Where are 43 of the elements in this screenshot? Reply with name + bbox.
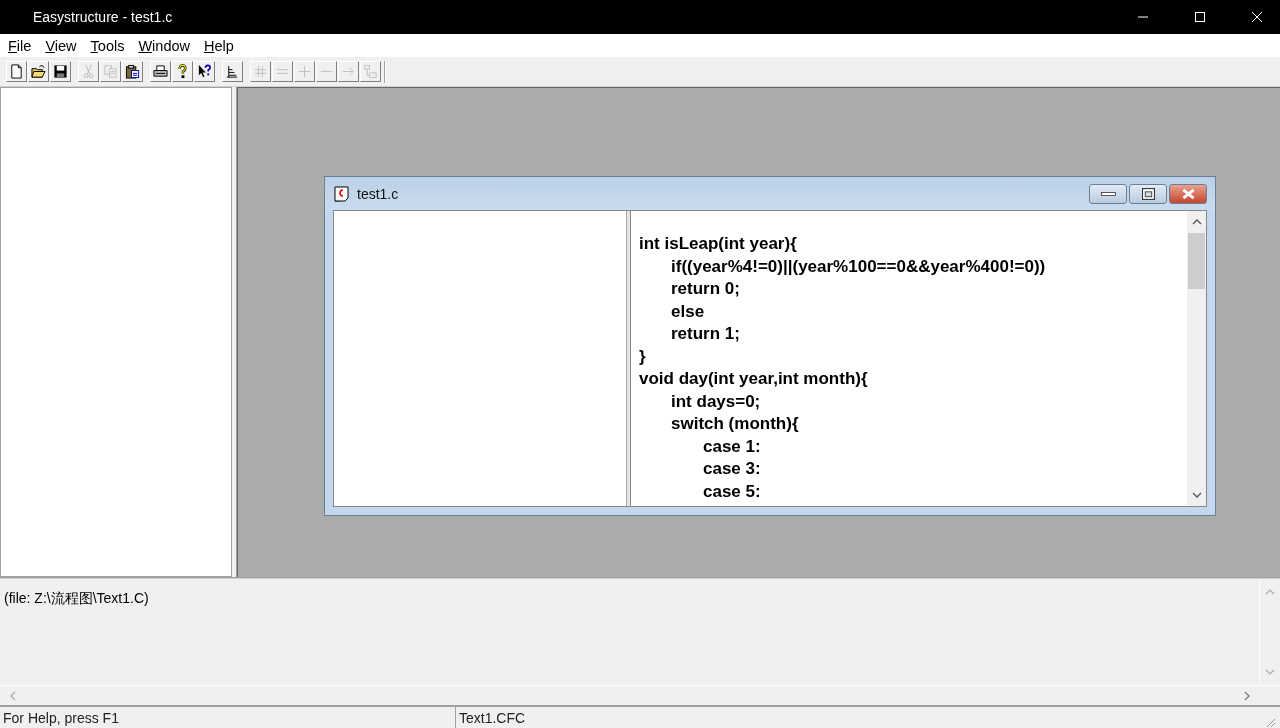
maximize-button[interactable] [1129, 184, 1167, 204]
status-text: For Help, press F1 [2, 709, 120, 726]
code-line: int days=0; [671, 390, 761, 413]
printer-icon[interactable] [150, 61, 171, 82]
menu-item[interactable]: Help [197, 37, 241, 54]
code-line: switch (month){ [671, 413, 799, 435]
maximize-icon [1141, 188, 1155, 200]
code-line: } [639, 345, 646, 368]
scroll-up-icon[interactable] [1191, 219, 1202, 225]
document-icon [333, 184, 351, 203]
code-line: return 1; [671, 323, 740, 345]
menu-item[interactable]: Tools [83, 37, 132, 54]
code-line: case 1: [703, 435, 761, 458]
close-icon [1181, 188, 1195, 200]
vertical-scrollbar[interactable] [1187, 211, 1206, 506]
scroll-thumb[interactable] [1188, 233, 1205, 289]
code-line: case 5: [703, 480, 761, 503]
code-line: void day(int year,int month){ [639, 368, 868, 390]
document-title: test1.c [357, 185, 400, 202]
question-mark-icon[interactable] [172, 61, 193, 82]
minimize-button[interactable] [1089, 184, 1127, 204]
tree-icon[interactable] [222, 61, 243, 82]
scroll-right-icon[interactable] [1244, 690, 1250, 701]
menu-item[interactable]: File [1, 37, 39, 54]
code-line: int isLeap(int year){ [639, 233, 797, 255]
code-line: return 0; [671, 278, 740, 300]
resize-grip-icon[interactable] [1264, 716, 1276, 728]
scroll-left-icon[interactable] [10, 690, 16, 701]
code-line: case 3: [703, 458, 761, 480]
code-line: if((year%4!=0)||(year%100==0&&year%400!=0)) [671, 255, 1046, 278]
folder-icon[interactable] [28, 61, 49, 82]
output-text: (file: Z:\流程图\Text1.C) [4, 590, 149, 606]
status-text: Text1.CFC [455, 707, 1264, 728]
page-icon[interactable] [6, 61, 27, 82]
pointer-question-icon[interactable] [194, 61, 215, 82]
window-title: Easystructure - test1.c [33, 9, 174, 25]
menu-item[interactable]: Window [131, 37, 197, 54]
scroll-down-icon[interactable] [1191, 492, 1202, 498]
close-button[interactable] [1169, 184, 1207, 204]
code-line: else [671, 300, 705, 323]
clipboard-icon[interactable] [122, 61, 143, 82]
menu-item[interactable]: View [38, 37, 84, 54]
minimize-icon [1100, 192, 1116, 196]
